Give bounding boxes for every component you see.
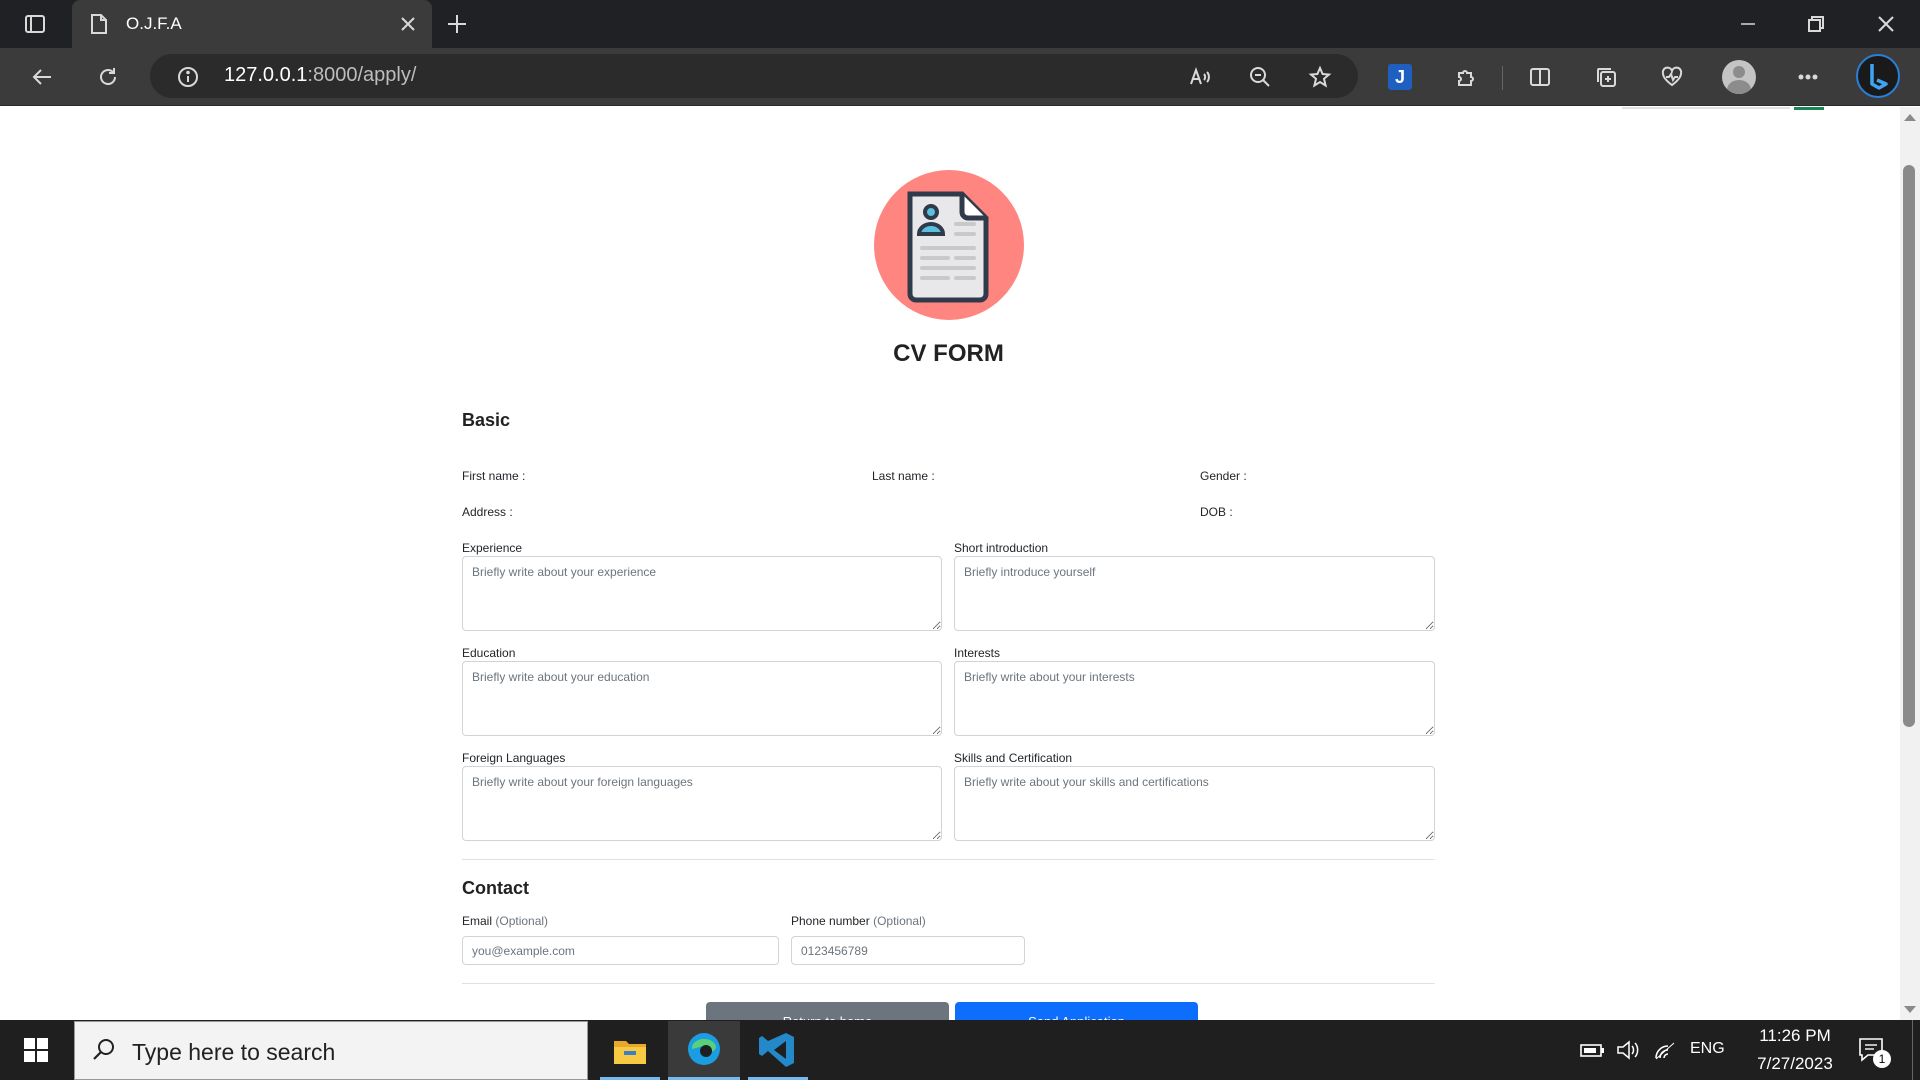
- form-title: CV FORM: [893, 340, 1004, 367]
- favorite-star-icon[interactable]: [1306, 63, 1334, 91]
- show-desktop-button[interactable]: [1912, 1020, 1913, 1080]
- gender-label: Gender :: [1200, 469, 1247, 483]
- url-path: :8000/apply/: [307, 64, 417, 86]
- read-aloud-icon[interactable]: [1186, 63, 1214, 91]
- restore-icon[interactable]: [1802, 12, 1830, 36]
- clock-time[interactable]: 11:26 PM: [1740, 1026, 1850, 1046]
- phone-label: Phone number (Optional): [791, 914, 926, 928]
- battery-icon[interactable]: [1578, 1038, 1606, 1062]
- introduction-textarea[interactable]: [954, 556, 1435, 631]
- cv-document-icon: [907, 191, 989, 303]
- address-label: Address :: [462, 505, 513, 519]
- extension-j-icon[interactable]: J: [1388, 64, 1412, 90]
- dob-label: DOB :: [1200, 505, 1233, 519]
- taskbar-search-placeholder: Type here to search: [132, 1039, 336, 1065]
- new-tab-icon[interactable]: [442, 10, 472, 38]
- minimize-icon[interactable]: [1734, 12, 1762, 36]
- skills-label: Skills and Certification: [954, 751, 1073, 765]
- section-divider: [462, 983, 1435, 984]
- start-button[interactable]: [0, 1020, 72, 1080]
- url-host: 127.0.0.1: [224, 64, 308, 86]
- phone-optional-text: (Optional): [873, 914, 926, 928]
- email-label: Email (Optional): [462, 914, 548, 928]
- tab-actions-icon[interactable]: [20, 10, 50, 38]
- close-window-icon[interactable]: [1872, 12, 1900, 36]
- email-label-text: Email: [462, 914, 493, 928]
- languages-textarea[interactable]: [462, 766, 942, 841]
- site-info-icon[interactable]: [174, 64, 202, 90]
- send-application-button[interactable]: Send Application: [955, 1002, 1198, 1020]
- extensions-puzzle-icon[interactable]: [1452, 63, 1480, 91]
- education-label: Education: [462, 646, 516, 660]
- introduction-label: Short introduction: [954, 541, 1049, 555]
- collections-icon[interactable]: [1592, 63, 1620, 91]
- interests-textarea[interactable]: [954, 661, 1435, 736]
- last-name-label: Last name :: [872, 469, 935, 483]
- edge-icon: [688, 1033, 720, 1065]
- experience-label: Experience: [462, 541, 523, 555]
- cropped-element: [1622, 107, 1790, 109]
- split-screen-icon[interactable]: [1526, 63, 1554, 91]
- experience-textarea[interactable]: [462, 556, 942, 631]
- back-icon[interactable]: [26, 62, 58, 92]
- vscode-icon: [759, 1033, 794, 1067]
- tab-title: O.J.F.A: [126, 14, 182, 33]
- button-row: Return to home Send Application: [0, 1000, 1900, 1020]
- contact-section-heading: Contact: [462, 878, 529, 898]
- toolbar-divider: [1502, 66, 1503, 90]
- languages-label: Foreign Languages: [462, 751, 566, 765]
- scrollbar-thumb[interactable]: [1903, 165, 1915, 727]
- page-icon: [88, 12, 110, 36]
- more-options-icon[interactable]: [1794, 63, 1822, 91]
- windows-logo-icon: [24, 1038, 48, 1062]
- file-explorer-taskbar-button[interactable]: [600, 1021, 660, 1080]
- first-name-label: First name :: [462, 469, 526, 483]
- profile-avatar-icon[interactable]: [1722, 60, 1756, 94]
- notification-center-icon[interactable]: 1: [1856, 1034, 1891, 1068]
- notification-count-badge: 1: [1873, 1050, 1891, 1068]
- vscode-taskbar-button[interactable]: [748, 1021, 808, 1080]
- wifi-icon[interactable]: [1652, 1038, 1680, 1062]
- scroll-down-arrow-icon[interactable]: [1904, 1006, 1916, 1013]
- zoom-out-icon[interactable]: [1246, 63, 1274, 91]
- bing-copilot-icon[interactable]: [1856, 54, 1900, 98]
- basic-section-heading: Basic: [462, 410, 511, 430]
- education-textarea[interactable]: [462, 661, 942, 736]
- volume-icon[interactable]: [1614, 1038, 1642, 1062]
- clock-date[interactable]: 7/27/2023: [1740, 1054, 1850, 1074]
- section-divider: [462, 859, 1435, 860]
- edge-taskbar-button[interactable]: [668, 1021, 740, 1080]
- skills-textarea[interactable]: [954, 766, 1435, 841]
- phone-label-text: Phone number: [791, 914, 870, 928]
- scroll-up-arrow-icon[interactable]: [1904, 114, 1916, 121]
- search-icon: [90, 1036, 118, 1064]
- input-language-indicator[interactable]: ENG: [1690, 1040, 1725, 1058]
- email-optional-text: (Optional): [495, 914, 549, 928]
- browser-essentials-icon[interactable]: [1658, 63, 1686, 91]
- file-explorer-icon: [614, 1041, 646, 1064]
- phone-input[interactable]: [791, 936, 1025, 965]
- cropped-element: [1794, 107, 1824, 110]
- refresh-icon[interactable]: [92, 62, 124, 92]
- cv-document-logo: [874, 170, 1024, 320]
- url-text[interactable]: 127.0.0.1:8000/apply/: [224, 64, 416, 87]
- interests-label: Interests: [954, 646, 1001, 660]
- email-input[interactable]: [462, 936, 779, 965]
- return-home-button[interactable]: Return to home: [706, 1002, 949, 1020]
- close-tab-icon[interactable]: [396, 12, 420, 36]
